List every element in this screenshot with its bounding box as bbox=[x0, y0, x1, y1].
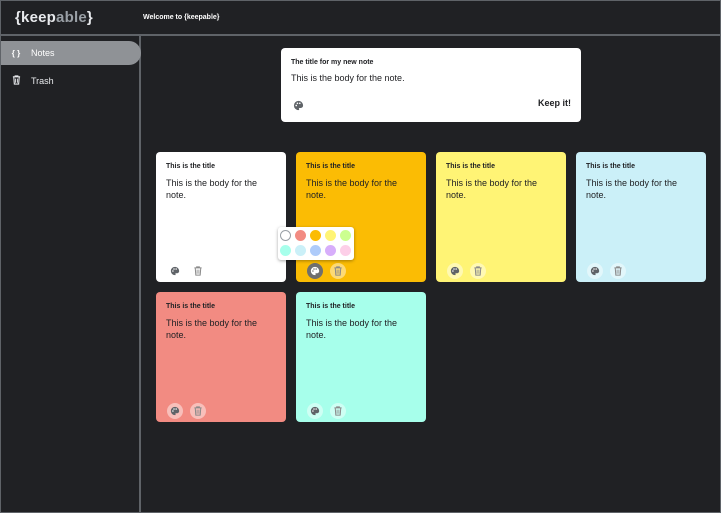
note-body: This is the body for the note. bbox=[306, 318, 398, 340]
note-title: This is the title bbox=[306, 163, 356, 170]
color-swatch[interactable] bbox=[295, 245, 306, 256]
palette-icon[interactable] bbox=[167, 403, 183, 419]
color-swatch[interactable] bbox=[280, 230, 291, 241]
color-swatch[interactable] bbox=[280, 245, 291, 256]
note-body: This is the body for the note. bbox=[166, 318, 258, 340]
trash-icon[interactable] bbox=[610, 263, 626, 279]
color-swatch[interactable] bbox=[310, 230, 321, 241]
note-title: This is the title bbox=[586, 163, 636, 170]
sidebar-item-label: Notes bbox=[31, 48, 55, 58]
palette-icon[interactable] bbox=[293, 98, 305, 111]
note-body: This is the body for the note. bbox=[446, 178, 538, 200]
note-card[interactable]: This is the title This is the body for th… bbox=[296, 292, 426, 422]
note-body: This is the body for the note. bbox=[586, 178, 678, 200]
note-card[interactable]: This is the title This is the body for th… bbox=[436, 152, 566, 282]
palette-icon[interactable] bbox=[447, 263, 463, 279]
note-title: This is the title bbox=[166, 163, 216, 170]
note-title: This is the title bbox=[166, 303, 216, 310]
note-title: This is the title bbox=[306, 303, 356, 310]
trash-icon[interactable] bbox=[330, 263, 346, 279]
note-card[interactable]: This is the title This is the body for th… bbox=[156, 292, 286, 422]
sidebar-item-trash[interactable]: Trash bbox=[1, 69, 141, 93]
note-title: This is the title bbox=[446, 163, 496, 170]
palette-icon[interactable] bbox=[307, 403, 323, 419]
trash-icon[interactable] bbox=[470, 263, 486, 279]
trash-icon[interactable] bbox=[190, 403, 206, 419]
note-card[interactable]: This is the title This is the body for th… bbox=[296, 152, 426, 282]
note-body: This is the body for the note. bbox=[306, 178, 398, 200]
compose-card: The title for my new note This is the bo… bbox=[281, 48, 581, 122]
color-swatch[interactable] bbox=[325, 230, 336, 241]
color-picker-popup bbox=[278, 227, 354, 260]
sidebar-item-label: Trash bbox=[31, 76, 54, 86]
braces-icon: { } bbox=[11, 48, 21, 58]
palette-icon[interactable] bbox=[587, 263, 603, 279]
logo-able: able bbox=[56, 9, 87, 26]
sidebar-item-notes[interactable]: { } Notes bbox=[1, 41, 141, 65]
trash-icon bbox=[1, 75, 31, 87]
palette-icon[interactable] bbox=[167, 263, 183, 279]
logo-keep: keep bbox=[21, 9, 57, 26]
logo: {keepable} bbox=[15, 9, 93, 26]
color-swatch[interactable] bbox=[310, 245, 321, 256]
header: {keepable} Welcome to {keepable} bbox=[1, 1, 720, 36]
color-swatch[interactable] bbox=[295, 230, 306, 241]
compose-body-input[interactable]: This is the body for the note. bbox=[291, 73, 405, 83]
keep-it-button[interactable]: Keep it! bbox=[538, 98, 571, 108]
trash-icon[interactable] bbox=[190, 263, 206, 279]
note-card[interactable]: This is the title This is the body for th… bbox=[576, 152, 706, 282]
trash-icon[interactable] bbox=[330, 403, 346, 419]
compose-title-input[interactable]: The title for my new note bbox=[291, 59, 373, 66]
color-swatch[interactable] bbox=[340, 230, 351, 241]
sidebar: { } Notes Trash bbox=[1, 36, 141, 512]
note-card[interactable]: This is the title This is the body for th… bbox=[156, 152, 286, 282]
welcome-text: Welcome to {keepable} bbox=[143, 14, 220, 21]
color-swatch[interactable] bbox=[325, 245, 336, 256]
color-swatch[interactable] bbox=[340, 245, 351, 256]
logo-brace-close: } bbox=[86, 9, 93, 26]
note-body: This is the body for the note. bbox=[166, 178, 258, 200]
app-root: {keepable} Welcome to {keepable} { } Not… bbox=[0, 0, 721, 513]
palette-icon[interactable] bbox=[307, 263, 323, 279]
